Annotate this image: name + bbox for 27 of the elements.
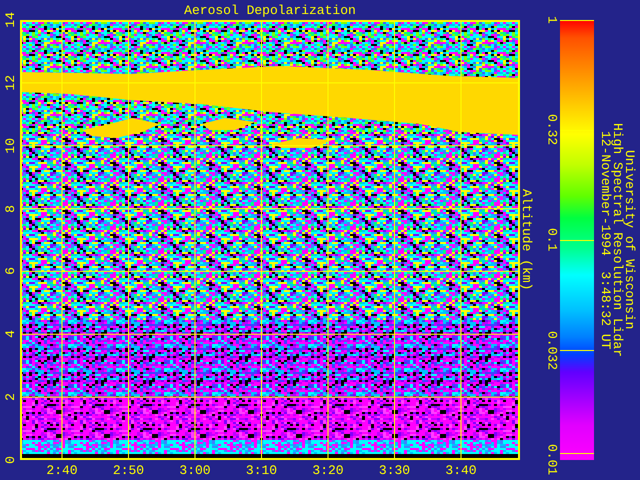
y-tick-label: 12 (4, 75, 16, 91)
colorbar-tick-label: 0.032 (546, 330, 558, 370)
y-tick-label: 6 (4, 267, 16, 276)
x-tick-label: 3:30 (378, 462, 410, 478)
colorbar-tick-label: 0.32 (546, 114, 558, 146)
x-tick-label: 3:10 (246, 462, 278, 478)
y-tick-label: 2 (4, 393, 16, 401)
caption-line: 12-November-1994 3:48:32 UT (599, 130, 611, 352)
x-tick-label: 2:40 (46, 462, 78, 478)
y-tick-label: 10 (4, 138, 16, 154)
y-axis-label: Altitude (km) (520, 189, 533, 291)
caption-line: University of Wisconsin (623, 150, 635, 330)
x-tick-label: 2:50 (112, 462, 144, 478)
x-tick-label: 3:20 (312, 462, 344, 478)
chart-title: Aerosol Depolarization (184, 2, 356, 18)
colorbar-tick-label: 0.01 (546, 444, 558, 476)
y-tick-label: 14 (4, 12, 16, 28)
y-tick-label: 0 (4, 456, 16, 464)
x-tick-label: 3:40 (445, 462, 477, 478)
cloud-patch (202, 118, 255, 130)
y-tick-label: 4 (4, 330, 16, 338)
y-tick-label: 8 (4, 204, 16, 212)
x-tick-label: 3:00 (179, 462, 211, 478)
colorbar-tick-label: 0.1 (546, 228, 558, 252)
caption-line: High Spectral Resolution Lidar (611, 122, 623, 358)
colorbar-tick-label: 1 (546, 16, 558, 24)
cloud-patch (272, 138, 332, 148)
